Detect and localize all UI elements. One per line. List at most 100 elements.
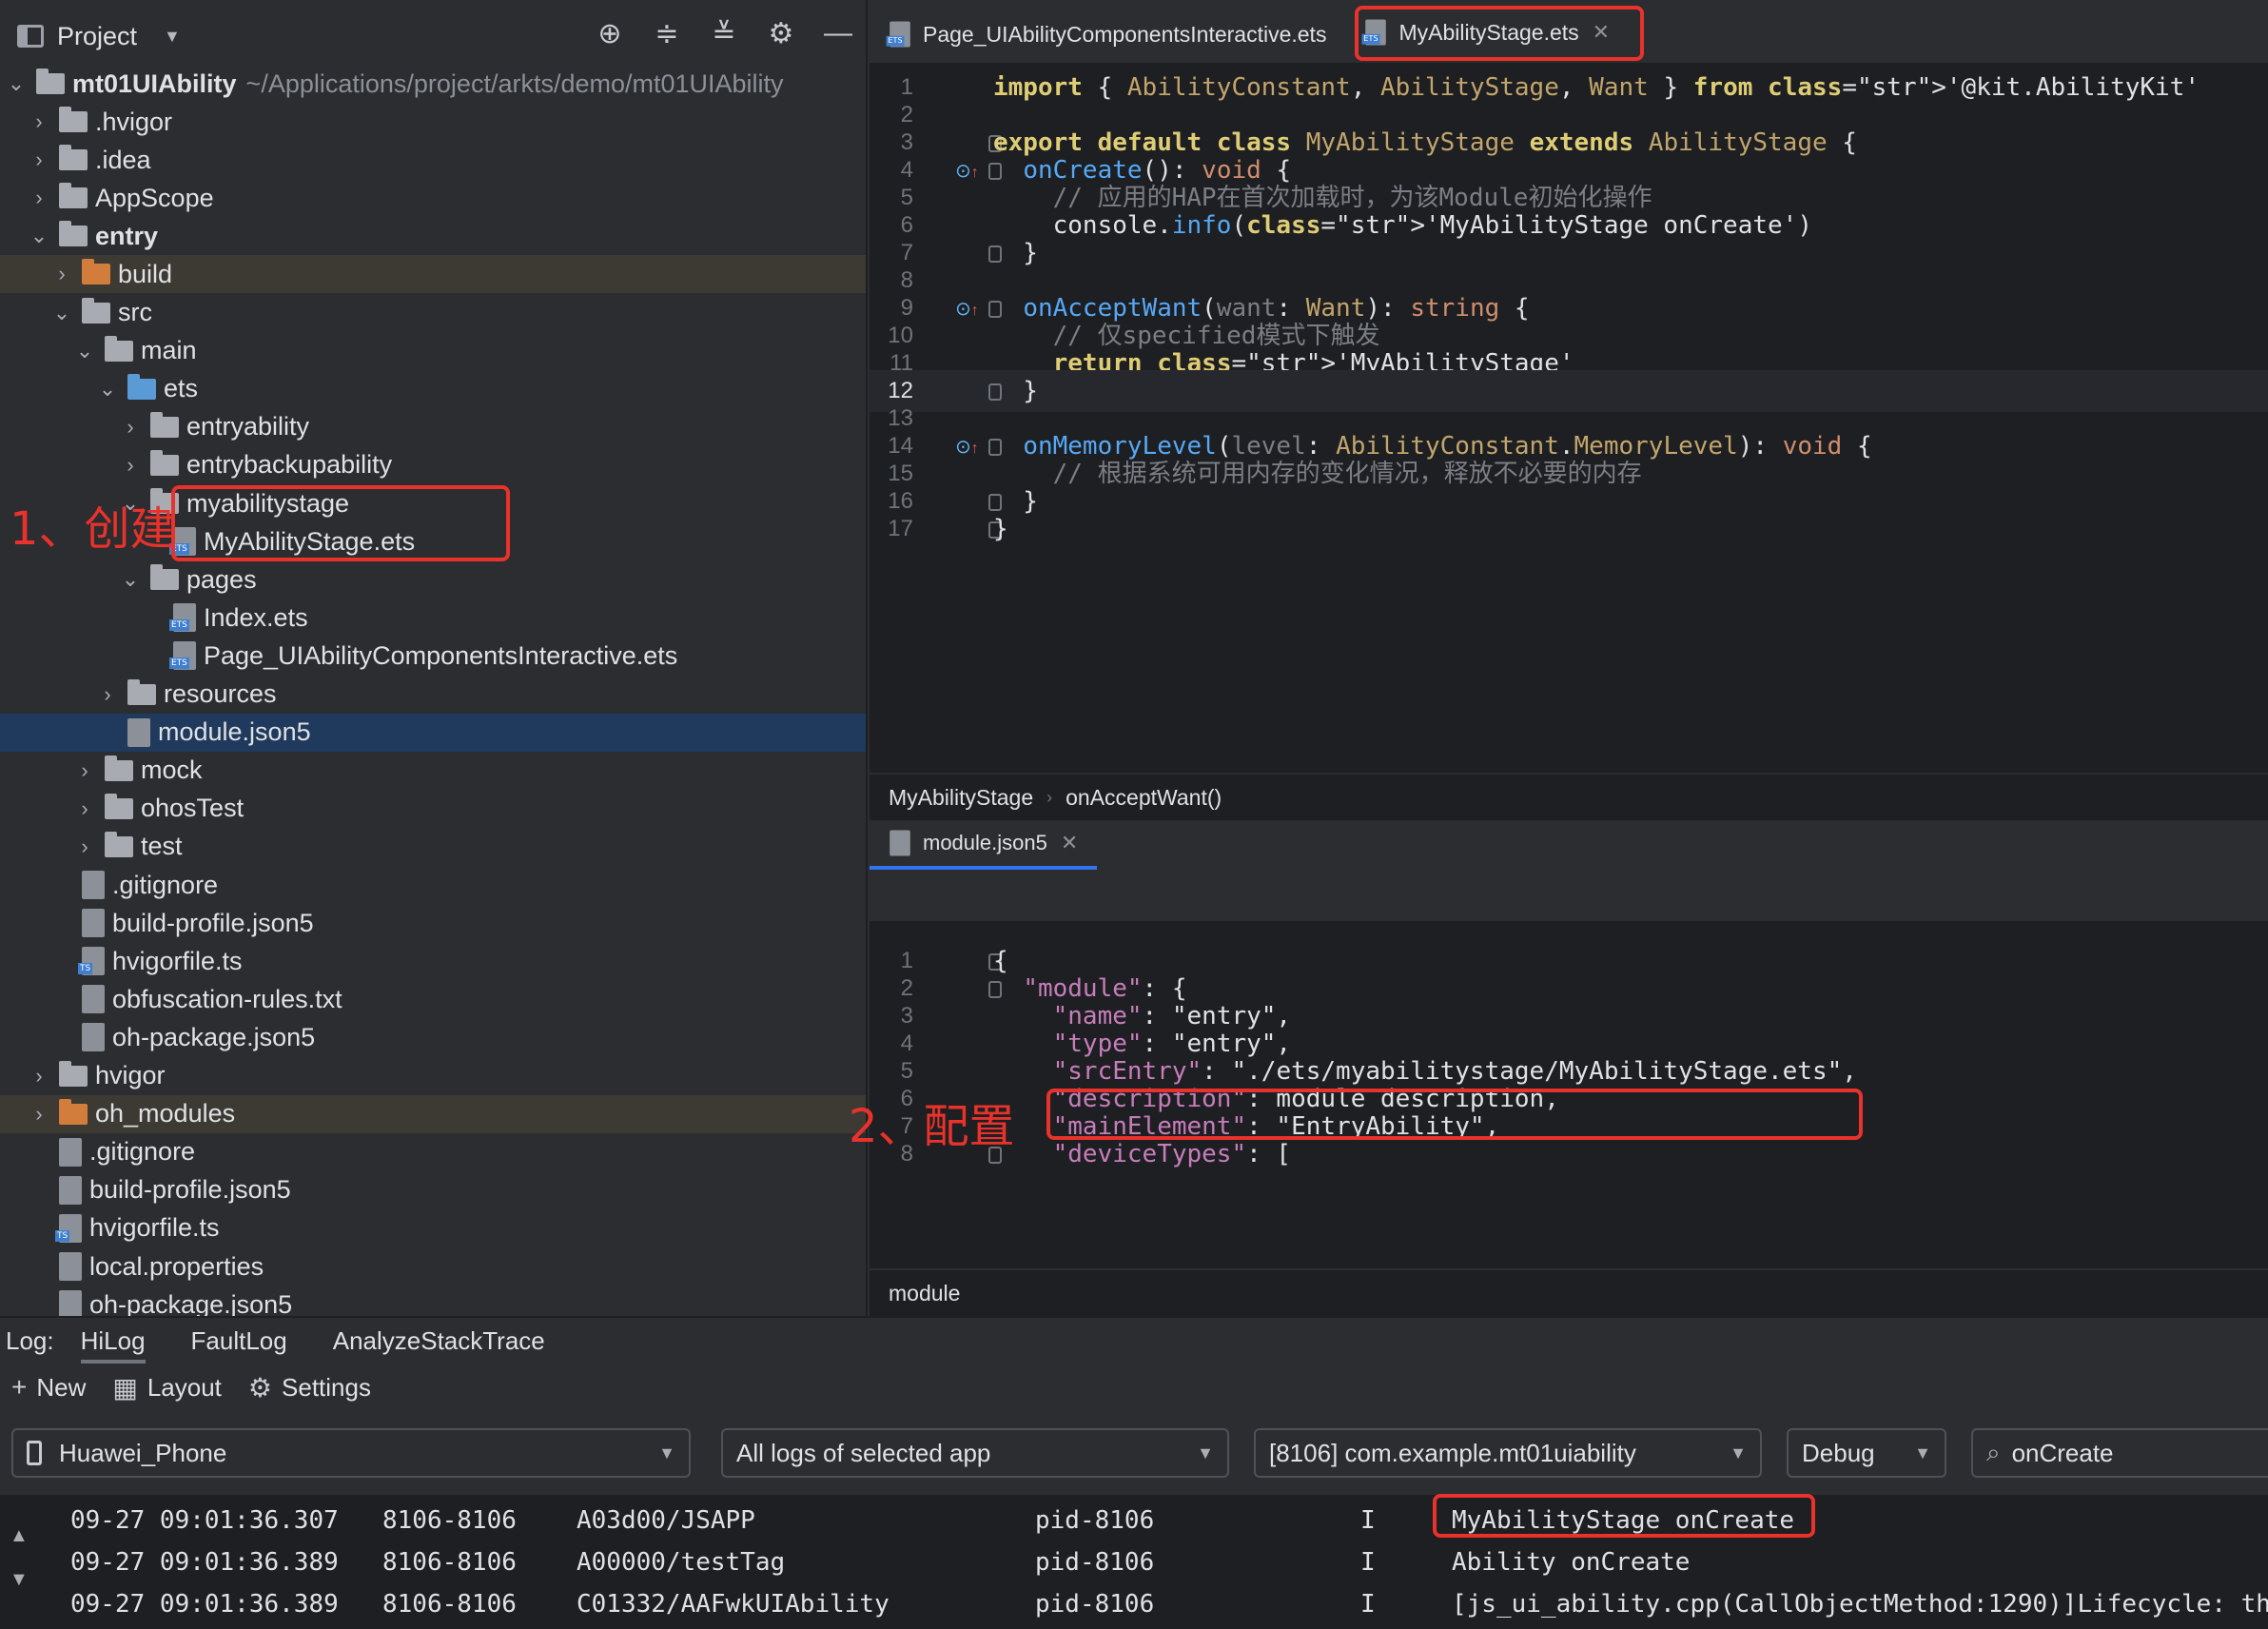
tree-item[interactable]: local.properties (0, 1247, 866, 1286)
gear-icon[interactable]: ⚙ (765, 17, 797, 50)
collapse-all-icon[interactable]: ≚ (708, 17, 740, 50)
minimize-icon[interactable]: — (822, 17, 854, 50)
tree-item[interactable]: ⌄ main (0, 332, 866, 370)
chevron-down-icon[interactable]: ⌄ (29, 224, 49, 248)
code-editor-ets[interactable]: 1 import { AbilityConstant, AbilityStage,… (870, 63, 2268, 773)
scope-value: All logs of selected app (736, 1438, 991, 1467)
code-line[interactable]: 17} (870, 508, 2268, 550)
tab-faultlog[interactable]: FaultLog (191, 1318, 287, 1364)
breadcrumb-module[interactable]: module (889, 1281, 960, 1306)
tree-item[interactable]: ⌄ ets (0, 370, 866, 408)
tree-item[interactable]: › .idea (0, 141, 866, 179)
chevron-down-icon[interactable]: ⌄ (97, 377, 118, 402)
tree-item[interactable]: › entrybackupability (0, 446, 866, 484)
tree-item[interactable]: › entryability (0, 408, 866, 446)
tree-item[interactable]: › .hvigor (0, 103, 866, 141)
layout-button[interactable]: ▦ Layout (112, 1372, 222, 1403)
tree-item[interactable]: › mock (0, 752, 866, 790)
log-time: 09-27 09:01:36.307 (70, 1506, 339, 1535)
tab-module-json5[interactable]: module.json5 ✕ (870, 820, 1098, 870)
folder-icon (127, 678, 156, 705)
folder-icon (105, 793, 133, 819)
tab-analyzestacktrace[interactable]: AnalyzeStackTrace (333, 1318, 545, 1364)
chevron-right-icon[interactable]: › (29, 186, 49, 210)
tree-item-label: .idea (95, 145, 151, 174)
code-text: } (993, 515, 1008, 543)
process-value: [8106] com.example.mt01uiability (1269, 1438, 1636, 1467)
log-search-input[interactable]: ⌕ onCreate (1971, 1428, 2268, 1478)
scope-select[interactable]: All logs of selected app ▼ (721, 1428, 1229, 1478)
search-icon: ⌕ (1986, 1438, 2001, 1466)
tree-item[interactable]: › test (0, 828, 866, 866)
chevron-down-icon[interactable]: ⌄ (51, 301, 72, 325)
chevron-right-icon[interactable]: › (120, 453, 141, 478)
chevron-down-icon[interactable]: ⌄ (120, 567, 141, 592)
tree-item[interactable]: build-profile.json5 (0, 1171, 866, 1209)
settings-label: Settings (282, 1372, 371, 1402)
chevron-right-icon[interactable]: › (74, 796, 95, 821)
tree-item[interactable]: TS hvigorfile.ts (0, 1209, 866, 1247)
tree-item[interactable]: obfuscation-rules.txt (0, 980, 866, 1018)
breadcrumb-method[interactable]: onAcceptWant() (1066, 785, 1222, 811)
chevron-right-icon[interactable]: › (29, 147, 49, 172)
log-row[interactable]: 09-27 09:01:36.389 8106-8106 C01332/AAFwkU… (0, 1582, 2268, 1624)
new-button[interactable]: + New (11, 1372, 86, 1403)
tree-item[interactable]: › ohosTest (0, 790, 866, 828)
log-time: 09-27 09:01:36.389 (70, 1548, 339, 1577)
tree-item[interactable]: oh-package.json5 (0, 1286, 866, 1316)
chevron-right-icon[interactable]: › (29, 1064, 49, 1089)
close-icon[interactable]: ✕ (1061, 831, 1078, 855)
tree-item[interactable]: .gitignore (0, 866, 866, 904)
tree-item-label: entry (95, 221, 159, 250)
log-row[interactable]: 09-27 09:01:36.307 8106-8106 A03d00/JSAPP p… (0, 1499, 2268, 1541)
chevron-down-icon[interactable]: ⌄ (74, 339, 95, 363)
tree-item-label: .gitignore (89, 1137, 196, 1167)
ets-file-icon: ETS (886, 21, 910, 48)
log-msg: [js_ui_ability.cpp(CallObjectMethod:1290… (1452, 1590, 2268, 1619)
chevron-right-icon[interactable]: › (51, 262, 72, 286)
tree-item-label: hvigor (95, 1061, 166, 1089)
tab-page-uiability[interactable]: ETS Page_UIAbilityComponentsInteractive.… (870, 0, 1345, 69)
chevron-right-icon[interactable]: › (29, 1102, 49, 1127)
tree-item[interactable]: ⌄ src (0, 294, 866, 332)
log-tag: A00000/testTag (577, 1548, 786, 1577)
tree-item[interactable]: › resources (0, 676, 866, 714)
breadcrumb-class[interactable]: MyAbilityStage (889, 785, 1033, 811)
tree-item[interactable]: › hvigor (0, 1057, 866, 1095)
tree-item[interactable]: › build (0, 255, 866, 294)
tree-item[interactable]: build-profile.json5 (0, 904, 866, 942)
tree-item-label: entrybackupability (186, 450, 393, 480)
process-select[interactable]: [8106] com.example.mt01uiability ▼ (1254, 1428, 1762, 1478)
tree-item[interactable]: › oh_modules (0, 1094, 866, 1133)
log-time: 09-27 09:01:36.389 (70, 1590, 339, 1619)
chevron-down-icon[interactable]: ▼ (164, 27, 181, 47)
annotation-box-log (1433, 1494, 1815, 1538)
tree-item[interactable]: module.json5 (0, 713, 866, 752)
chevron-down-icon[interactable]: ⌄ (6, 71, 27, 96)
project-title: Project (57, 21, 138, 50)
folder-icon (36, 69, 65, 94)
chevron-right-icon[interactable]: › (120, 415, 141, 440)
tab-hilog[interactable]: HiLog (80, 1318, 146, 1364)
tree-item[interactable]: oh-package.json5 (0, 1018, 866, 1056)
ts-file-icon: TS (78, 947, 105, 976)
tree-item-label: .gitignore (112, 870, 219, 899)
tree-root[interactable]: ⌄ mt01UIAbility ~/Applications/project/a… (0, 65, 866, 103)
device-select[interactable]: Huawei_Phone ▼ (11, 1428, 691, 1478)
tree-item[interactable]: ETS Index.ets (0, 599, 866, 637)
chevron-right-icon[interactable]: › (74, 834, 95, 859)
tree-item[interactable]: TS hvigorfile.ts (0, 942, 866, 980)
level-select[interactable]: Debug ▼ (1787, 1428, 1946, 1478)
tree-item[interactable]: ETS Page_UIAbilityComponentsInteractive.e… (0, 637, 866, 675)
tree-item[interactable]: › AppScope (0, 179, 866, 217)
settings-button[interactable]: ⚙ Settings (248, 1372, 371, 1403)
tree-item[interactable]: ⌄ pages (0, 560, 866, 599)
chevron-right-icon[interactable]: › (97, 682, 118, 707)
tree-item[interactable]: .gitignore (0, 1133, 866, 1171)
tree-item[interactable]: ⌄ entry (0, 217, 866, 255)
chevron-right-icon[interactable]: › (74, 758, 95, 783)
chevron-right-icon[interactable]: › (29, 109, 49, 134)
locate-icon[interactable]: ⊕ (594, 17, 626, 50)
log-row[interactable]: 09-27 09:01:36.389 8106-8106 A00000/testTa… (0, 1541, 2268, 1582)
expand-all-icon[interactable]: ≑ (651, 17, 683, 50)
